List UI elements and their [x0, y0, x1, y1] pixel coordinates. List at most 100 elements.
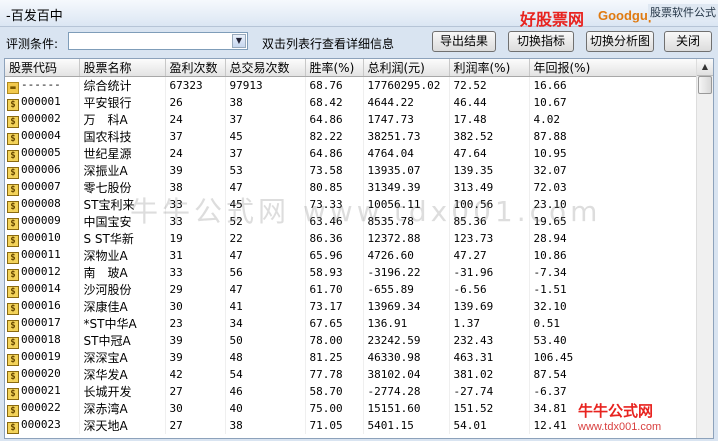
table-row[interactable]: $000020 深华发A 42 54 77.78 38102.04 381.02 87.54	[5, 366, 700, 383]
site-badge: 牛牛公式网 www.tdx001.com	[578, 400, 710, 436]
cell-annual: 10.95	[529, 145, 700, 162]
cell-winrate: 78.00	[305, 332, 364, 349]
cell-code: $000001	[5, 94, 80, 111]
stock-code: 000014	[21, 281, 61, 295]
switch-indicator-button[interactable]: 切换指标	[508, 31, 574, 52]
dollar-icon: $	[7, 302, 19, 315]
cell-wins: 33	[165, 196, 226, 213]
table-row[interactable]: ▬ ------ 综合统计 67323 97913 68.76 17760295.02 72.…	[5, 76, 700, 94]
cell-profit: -655.89	[363, 281, 450, 298]
cell-margin: 381.02	[449, 366, 530, 383]
cell-margin: 85.36	[449, 213, 530, 230]
table-row[interactable]: $000007 零七股份 38 47 80.85 31349.39 313.49 72.03	[5, 179, 700, 196]
table-row[interactable]: $000018 ST中冠A 39 50 78.00 23242.59 232.43 53.40	[5, 332, 700, 349]
table-row[interactable]: $000011 深物业A 31 47 65.96 4726.60 47.27 10.86	[5, 247, 700, 264]
cell-winrate: 61.70	[305, 281, 364, 298]
column-header[interactable]: 总交易次数	[225, 59, 306, 77]
cell-name: 深康佳A	[79, 298, 166, 315]
cell-wins: 38	[165, 179, 226, 196]
table-row[interactable]: $000002 万 科A 24 37 64.86 1747.73 17.48 4.02	[5, 111, 700, 128]
results-table[interactable]: 股票代码 股票名称 盈利次数 总交易次数 胜率(%) 总利润(元) 利润率(%) 年回报(%)…	[4, 58, 714, 439]
cell-annual: 0.51	[529, 315, 700, 332]
column-header[interactable]: 盈利次数	[165, 59, 226, 77]
cell-trades: 53	[225, 162, 306, 179]
table-row[interactable]: $000008 ST宝利来 33 45 73.33 10056.11 100.56 23.10	[5, 196, 700, 213]
folder-icon: ▬	[7, 81, 19, 94]
table-row[interactable]: $000010 S ST华新 19 22 86.36 12372.88 123.73 28.9…	[5, 230, 700, 247]
table-row[interactable]: $000021 长城开发 27 46 58.70 -2774.28 -27.74 -6.37	[5, 383, 700, 400]
close-button[interactable]: 关闭	[664, 31, 712, 52]
cell-code: $000007	[5, 179, 80, 196]
cell-winrate: 68.42	[305, 94, 364, 111]
cell-annual: 28.94	[529, 230, 700, 247]
cell-code: $000021	[5, 383, 80, 400]
cell-profit: -3196.22	[363, 264, 450, 281]
stock-code: 000001	[21, 94, 61, 108]
cell-trades: 47	[225, 281, 306, 298]
cell-code: $000004	[5, 128, 80, 145]
cell-code: $000020	[5, 366, 80, 383]
cell-annual: 10.67	[529, 94, 700, 111]
table-row[interactable]: $000001 平安银行 26 38 68.42 4644.22 46.44 10.67	[5, 94, 700, 111]
cell-name: 世纪星源	[79, 145, 166, 162]
table-row[interactable]: $000009 中国宝安 33 52 63.46 8535.78 85.36 19.65	[5, 213, 700, 230]
dollar-icon: $	[7, 370, 19, 383]
cell-winrate: 71.05	[305, 417, 364, 434]
scrollbar-thumb[interactable]	[698, 76, 712, 94]
table-row[interactable]: $000017 *ST中华A 23 34 67.65 136.91 1.37 0.51	[5, 315, 700, 332]
stock-code: 000009	[21, 213, 61, 227]
cell-trades: 38	[225, 417, 306, 434]
column-header[interactable]: 胜率(%)	[305, 59, 364, 77]
column-header[interactable]: 股票名称	[79, 59, 166, 77]
column-header[interactable]: 年回报(%)	[529, 59, 700, 77]
cell-winrate: 65.96	[305, 247, 364, 264]
table-row[interactable]: $000006 深振业A 39 53 73.58 13935.07 139.35 32.07	[5, 162, 700, 179]
column-header[interactable]: 利润率(%)	[449, 59, 530, 77]
table-row[interactable]: $000012 南 玻A 33 56 58.93 -3196.22 -31.96 -7.34	[5, 264, 700, 281]
cell-profit: 13969.34	[363, 298, 450, 315]
cell-annual: 23.10	[529, 196, 700, 213]
cell-winrate: 73.33	[305, 196, 364, 213]
cell-code: $000011	[5, 247, 80, 264]
switch-chart-button[interactable]: 切换分析图	[586, 31, 654, 52]
table-row[interactable]: $000005 世纪星源 24 37 64.86 4764.04 47.64 10.95	[5, 145, 700, 162]
dollar-icon: $	[7, 98, 19, 111]
column-header[interactable]: 总利润(元)	[363, 59, 450, 77]
cell-name: 国农科技	[79, 128, 166, 145]
cell-margin: 17.48	[449, 111, 530, 128]
cell-name: *ST中华A	[79, 315, 166, 332]
cell-name: ST宝利来	[79, 196, 166, 213]
cell-trades: 34	[225, 315, 306, 332]
cell-code: $000002	[5, 111, 80, 128]
cell-wins: 39	[165, 332, 226, 349]
filter-combobox[interactable]: ▼	[68, 32, 248, 50]
cell-profit: 12372.88	[363, 230, 450, 247]
export-results-button[interactable]: 导出结果	[432, 31, 496, 52]
window-title: -百发百中	[6, 9, 63, 24]
cell-wins: 42	[165, 366, 226, 383]
cell-margin: 46.44	[449, 94, 530, 111]
cell-trades: 50	[225, 332, 306, 349]
cell-name: 深振业A	[79, 162, 166, 179]
table-row[interactable]: $000004 国农科技 37 45 82.22 38251.73 382.52 87.88	[5, 128, 700, 145]
column-header[interactable]: 股票代码	[5, 59, 80, 77]
cell-margin: 100.56	[449, 196, 530, 213]
table-row[interactable]: $000014 沙河股份 29 47 61.70 -655.89 -6.56 -1.51	[5, 281, 700, 298]
cell-name: 深深宝A	[79, 349, 166, 366]
stock-code: 000011	[21, 247, 61, 261]
dollar-icon: $	[7, 149, 19, 162]
table-row[interactable]: $000019 深深宝A 39 48 81.25 46330.98 463.31 106.45	[5, 349, 700, 366]
cell-trades: 97913	[225, 76, 306, 94]
cell-winrate: 82.22	[305, 128, 364, 145]
cell-winrate: 67.65	[305, 315, 364, 332]
chevron-down-icon[interactable]: ▼	[232, 34, 246, 48]
cell-wins: 31	[165, 247, 226, 264]
cell-profit: 13935.07	[363, 162, 450, 179]
table-row[interactable]: $000016 深康佳A 30 41 73.17 13969.34 139.69 32.10	[5, 298, 700, 315]
cell-profit: 38102.04	[363, 366, 450, 383]
cell-profit: 136.91	[363, 315, 450, 332]
dollar-icon: $	[7, 132, 19, 145]
cell-winrate: 75.00	[305, 400, 364, 417]
vertical-scrollbar[interactable]: ▲	[696, 59, 713, 438]
scroll-up-icon[interactable]: ▲	[697, 59, 713, 76]
